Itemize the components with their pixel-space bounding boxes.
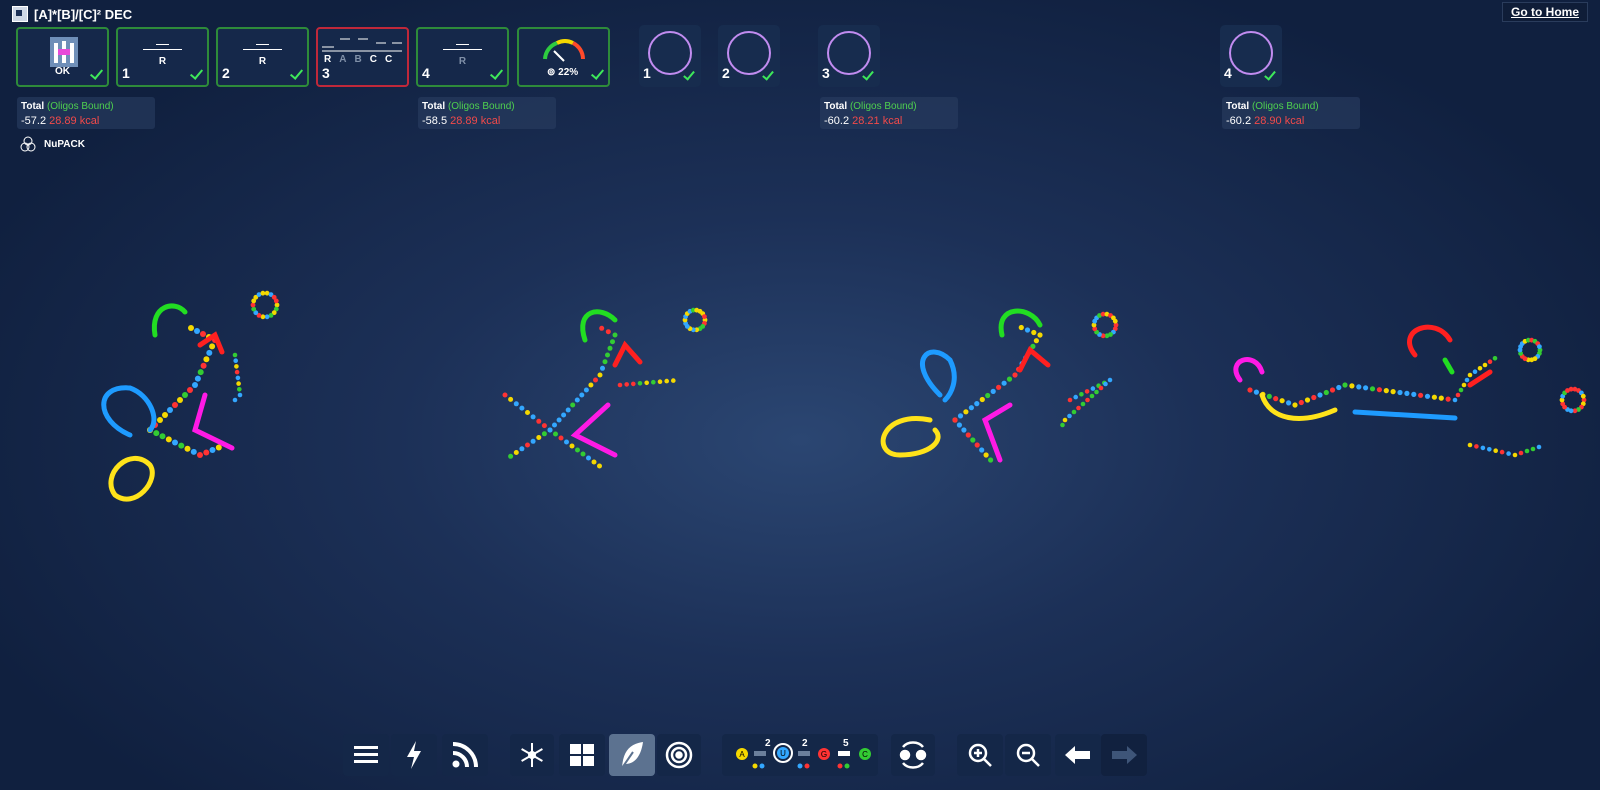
zoom-in-button[interactable]	[957, 734, 1003, 776]
leaf-icon	[621, 742, 643, 769]
freeze-button[interactable]	[510, 734, 554, 776]
strand-yellow	[1259, 392, 1338, 421]
strand-red	[612, 340, 643, 368]
structure-4-tail2[interactable]	[1467, 442, 1542, 458]
grid-button[interactable]	[559, 734, 605, 776]
zoom-out-icon	[1016, 743, 1040, 767]
structure-2-stem[interactable]	[547, 325, 618, 433]
pair-au[interactable]: 2	[752, 738, 772, 769]
structure-2-tail[interactable]	[617, 378, 676, 388]
structure-1-loop[interactable]	[250, 290, 280, 320]
structure-1-arm[interactable]	[147, 427, 222, 458]
menu-button[interactable]	[343, 734, 389, 776]
redo-button[interactable]	[1101, 734, 1147, 776]
target-icon	[665, 741, 693, 769]
strand-magenta	[981, 402, 1013, 463]
target-mode-button[interactable]	[657, 734, 701, 776]
structure-3-loop[interactable]	[1091, 311, 1119, 339]
structure-4-stem[interactable]	[1247, 382, 1451, 408]
strand-red	[1407, 324, 1453, 358]
palette-graphic: A U G C 2 2 5	[736, 738, 871, 769]
pair-gc-count: 5	[843, 738, 849, 749]
structure-2-loop[interactable]	[682, 307, 708, 333]
swap-button[interactable]	[891, 734, 935, 776]
palette-base-u-label: U	[780, 749, 786, 758]
strand-magenta	[570, 402, 618, 458]
palette-base-c-label: C	[862, 750, 868, 759]
structure-2-arm[interactable]	[502, 392, 553, 459]
strand-red	[1017, 346, 1051, 373]
pair-ug-count: 2	[802, 738, 808, 749]
swap-icon	[899, 741, 927, 769]
structure-1-tail[interactable]	[232, 352, 243, 403]
rss-button[interactable]	[442, 734, 488, 776]
undo-icon	[1065, 746, 1090, 764]
lightning-icon	[407, 741, 421, 769]
snowflake-icon	[521, 743, 543, 767]
strand-blue	[101, 385, 157, 438]
strand-blue	[1352, 409, 1458, 421]
strand-yellow	[880, 416, 941, 458]
rss-icon	[452, 742, 478, 768]
strand-green	[580, 309, 618, 343]
natural-mode-button[interactable]	[609, 734, 655, 776]
strand-yellow	[108, 456, 155, 502]
structure-3-stem[interactable]	[952, 324, 1043, 423]
pair-gc[interactable]: 5	[837, 738, 851, 769]
strand-magenta	[192, 392, 235, 451]
redo-icon	[1112, 746, 1137, 764]
zoom-out-button[interactable]	[1005, 734, 1051, 776]
palette-base-a-label: A	[739, 750, 745, 759]
grid-icon	[570, 744, 594, 766]
strand-green	[151, 303, 188, 338]
strand-green	[1442, 357, 1455, 375]
base-palette[interactable]: A U G C 2 2 5	[722, 734, 878, 776]
palette-base-g-label: G	[821, 750, 827, 759]
strand-magenta	[1233, 357, 1265, 383]
undo-button[interactable]	[1055, 734, 1101, 776]
strand-red	[1467, 369, 1493, 388]
strand-red	[197, 331, 225, 355]
lightning-button[interactable]	[391, 734, 437, 776]
pair-au-count: 2	[765, 738, 771, 749]
structure-3-tail[interactable]	[1060, 377, 1113, 428]
pair-ug[interactable]: 2	[797, 738, 811, 769]
structure-4-loop2[interactable]	[1559, 386, 1587, 414]
zoom-in-icon	[968, 743, 992, 767]
rna-structure-canvas[interactable]	[0, 0, 1600, 790]
menu-icon	[354, 746, 378, 763]
structure-4-loop[interactable]	[1517, 337, 1543, 363]
strand-blue	[920, 349, 957, 403]
